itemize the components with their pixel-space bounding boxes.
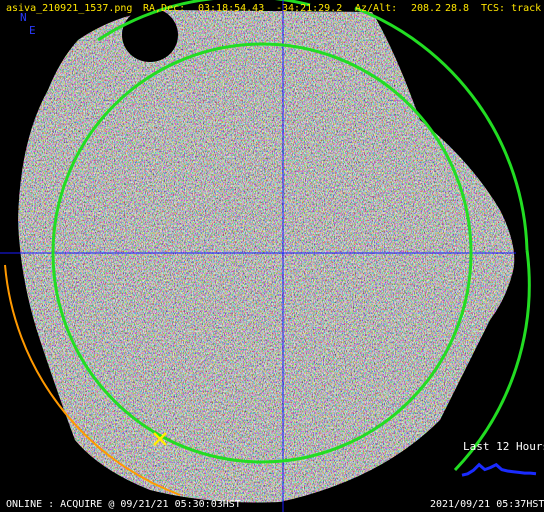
azalt-label: Az/Alt: (355, 3, 398, 14)
tcs-status: TCS: track (481, 3, 542, 14)
compass-north-label: N (20, 11, 27, 24)
acquire-status: ONLINE : ACQUIRE @ 09/21/21 05:30:03HST (6, 499, 241, 510)
alt-value: 28.8 (445, 3, 470, 14)
timestamp: 2021/09/21 05:37HST (430, 499, 544, 510)
trend-line (461, 462, 537, 477)
dec-value: -34:21:29.2 (276, 3, 343, 14)
all-sky-image (18, 10, 515, 503)
sky-camera-view (0, 0, 537, 512)
radec-label: RA,Dec: (143, 3, 186, 14)
compass-east-label: E (29, 24, 36, 37)
az-value: 208.2 (411, 3, 442, 14)
ra-value: 03:18:54.43 (198, 3, 265, 14)
trend-label: Last 12 Hours (463, 440, 544, 453)
dome-obstruction (122, 8, 178, 62)
